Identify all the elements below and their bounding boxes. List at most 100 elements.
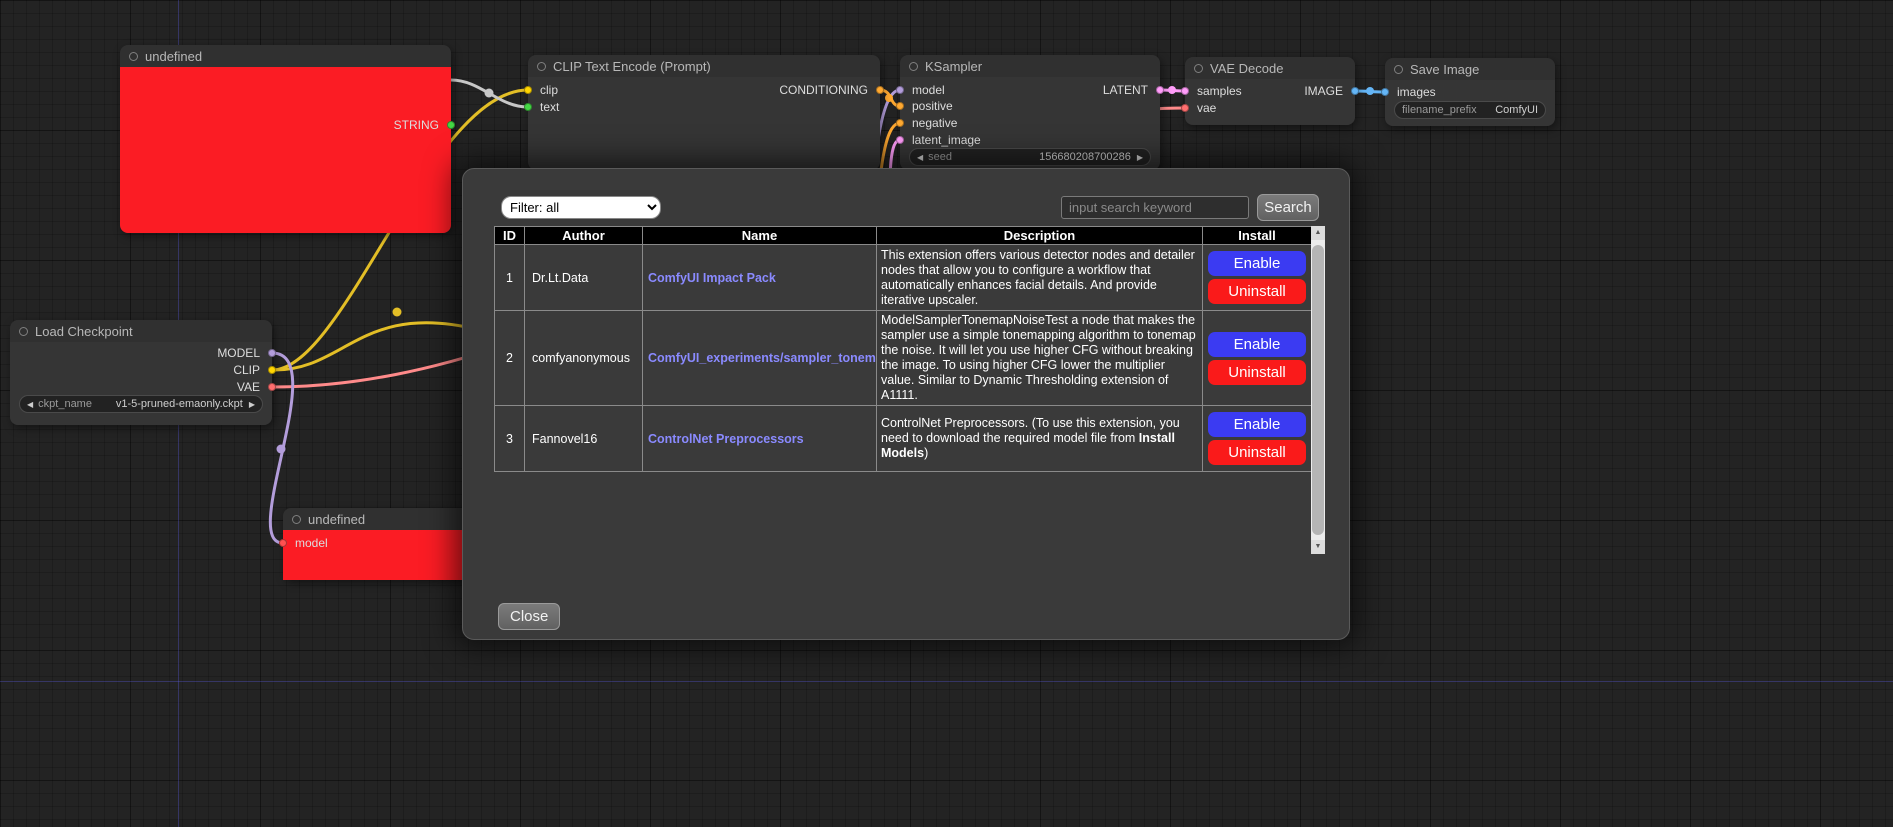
slot-dot-icon[interactable] — [896, 86, 904, 94]
extension-description: ControlNet Preprocessors. (To use this e… — [877, 406, 1203, 472]
slot-dot-icon[interactable] — [279, 539, 287, 547]
node-ksampler[interactable]: KSampler model positive negative latent_… — [900, 55, 1160, 170]
uninstall-button[interactable]: Uninstall — [1208, 440, 1306, 465]
latent-image-input-slot[interactable]: latent_image — [900, 133, 981, 147]
slot-dot-icon[interactable] — [524, 86, 532, 94]
extension-name-cell: ComfyUI_experiments/sampler_tonemap — [643, 311, 877, 406]
node-title: Save Image — [1410, 62, 1479, 77]
node-undefined-top[interactable]: undefined STRING — [120, 45, 451, 233]
node-title: undefined — [308, 512, 365, 527]
collapse-dot-icon[interactable] — [292, 515, 301, 524]
node-header[interactable]: CLIP Text Encode (Prompt) — [528, 55, 880, 77]
scroll-down-icon[interactable] — [1311, 540, 1325, 554]
node-graph-canvas[interactable]: undefined STRING CLIP Text Encode (Promp… — [0, 0, 1893, 827]
slot-dot-icon[interactable] — [896, 136, 904, 144]
model-input-slot[interactable]: model — [900, 83, 945, 97]
link-midpoint-dot — [1366, 87, 1374, 95]
collapse-dot-icon[interactable] — [1394, 65, 1403, 74]
slot-label: latent_image — [912, 133, 981, 147]
slot-label: STRING — [394, 118, 439, 132]
slot-label: samples — [1197, 84, 1242, 98]
slot-dot-icon[interactable] — [896, 119, 904, 127]
latent-output-slot[interactable]: LATENT — [1103, 83, 1160, 97]
slot-dot-icon[interactable] — [447, 121, 455, 129]
slot-dot-icon[interactable] — [1156, 86, 1164, 94]
enable-button[interactable]: Enable — [1208, 412, 1306, 437]
filter-select[interactable]: Filter: all — [501, 196, 661, 219]
enable-button[interactable]: Enable — [1208, 332, 1306, 357]
collapse-dot-icon[interactable] — [537, 62, 546, 71]
extension-link[interactable]: ComfyUI_experiments/sampler_tonemap — [648, 351, 877, 365]
slot-dot-icon[interactable] — [268, 366, 276, 374]
slot-dot-icon[interactable] — [268, 349, 276, 357]
model-output-slot[interactable]: MODEL — [217, 346, 272, 360]
node-title: KSampler — [925, 59, 982, 74]
node-save-image[interactable]: Save Image images filename_prefix ComfyU… — [1385, 58, 1555, 126]
collapse-dot-icon[interactable] — [1194, 64, 1203, 73]
widget-value: ComfyUI — [1495, 104, 1538, 116]
scrollbar-thumb[interactable] — [1312, 245, 1324, 535]
node-header[interactable]: Load Checkpoint — [10, 320, 272, 342]
extension-link[interactable]: ControlNet Preprocessors — [648, 432, 804, 446]
slot-dot-icon[interactable] — [268, 383, 276, 391]
uninstall-button[interactable]: Uninstall — [1208, 360, 1306, 385]
node-header[interactable]: VAE Decode — [1185, 57, 1355, 79]
extension-row: 2comfyanonymousComfyUI_experiments/sampl… — [495, 311, 1312, 406]
widget-value: 156680208700286 — [1039, 151, 1131, 163]
string-output-slot[interactable]: STRING — [394, 118, 451, 132]
slot-dot-icon[interactable] — [1181, 87, 1189, 95]
images-input-slot[interactable]: images — [1385, 85, 1436, 99]
widget-arrow-right-icon[interactable] — [1137, 151, 1143, 163]
description-text: This extension offers various detector n… — [881, 248, 1195, 307]
slot-dot-icon[interactable] — [1181, 104, 1189, 112]
slot-dot-icon[interactable] — [524, 103, 532, 111]
slot-label: negative — [912, 116, 957, 130]
model-input-slot[interactable]: model — [283, 536, 328, 550]
filename-prefix-widget[interactable]: filename_prefix ComfyUI — [1395, 102, 1545, 118]
clip-output-slot[interactable]: CLIP — [233, 363, 272, 377]
samples-input-slot[interactable]: samples — [1185, 84, 1242, 98]
vae-output-slot[interactable]: VAE — [237, 380, 272, 394]
header-description: Description — [877, 227, 1203, 245]
collapse-dot-icon[interactable] — [129, 52, 138, 61]
ckpt-name-widget[interactable]: ckpt_name v1-5-pruned-emaonly.ckpt — [20, 396, 262, 412]
uninstall-button[interactable]: Uninstall — [1208, 279, 1306, 304]
slot-dot-icon[interactable] — [1381, 88, 1389, 96]
search-input[interactable] — [1061, 196, 1249, 219]
table-scrollbar[interactable] — [1311, 226, 1325, 554]
vae-input-slot[interactable]: vae — [1185, 101, 1216, 115]
node-vae-decode[interactable]: VAE Decode samples vae IMAGE — [1185, 57, 1355, 125]
node-title: undefined — [145, 49, 202, 64]
seed-widget[interactable]: seed 156680208700286 — [910, 149, 1150, 165]
extension-link[interactable]: ComfyUI Impact Pack — [648, 271, 776, 285]
description-text: ControlNet Preprocessors. (To use this e… — [881, 416, 1180, 445]
widget-arrow-left-icon[interactable] — [917, 151, 923, 163]
text-input-slot[interactable]: text — [528, 100, 559, 114]
slot-dot-icon[interactable] — [1351, 87, 1359, 95]
enable-button[interactable]: Enable — [1208, 251, 1306, 276]
clip-input-slot[interactable]: clip — [528, 83, 558, 97]
slot-label: images — [1397, 85, 1436, 99]
node-header[interactable]: Save Image — [1385, 58, 1555, 80]
slot-label: positive — [912, 99, 953, 113]
widget-arrow-left-icon[interactable] — [27, 398, 33, 410]
description-text: ModelSamplerTonemapNoiseTest a node that… — [881, 313, 1196, 402]
collapse-dot-icon[interactable] — [19, 327, 28, 336]
node-title: Load Checkpoint — [35, 324, 133, 339]
slot-label: text — [540, 100, 559, 114]
node-load-checkpoint[interactable]: Load Checkpoint MODEL CLIP VAE ckpt_name… — [10, 320, 272, 425]
collapse-dot-icon[interactable] — [909, 62, 918, 71]
positive-input-slot[interactable]: positive — [900, 99, 953, 113]
scroll-up-icon[interactable] — [1311, 226, 1325, 240]
negative-input-slot[interactable]: negative — [900, 116, 957, 130]
conditioning-output-slot[interactable]: CONDITIONING — [779, 83, 880, 97]
widget-arrow-right-icon[interactable] — [249, 398, 255, 410]
node-clip-text-encode[interactable]: CLIP Text Encode (Prompt) clip text COND… — [528, 55, 880, 170]
node-header[interactable]: undefined — [120, 45, 451, 67]
close-button[interactable]: Close — [498, 603, 560, 630]
slot-dot-icon[interactable] — [876, 86, 884, 94]
search-button[interactable]: Search — [1257, 194, 1319, 221]
node-header[interactable]: KSampler — [900, 55, 1160, 77]
image-output-slot[interactable]: IMAGE — [1304, 84, 1355, 98]
slot-dot-icon[interactable] — [896, 102, 904, 110]
